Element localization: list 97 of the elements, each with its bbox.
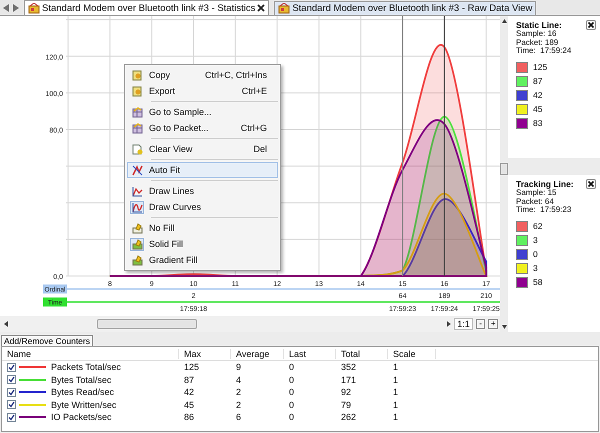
table-cell-text: 1 bbox=[392, 362, 400, 372]
value-label: 3 bbox=[533, 263, 538, 273]
table-cell-text: 0 bbox=[288, 400, 296, 410]
checkbox[interactable] bbox=[7, 400, 16, 410]
column-header[interactable]: Total bbox=[336, 348, 388, 358]
value-label: 45 bbox=[533, 104, 542, 114]
scrollbar-thumb[interactable] bbox=[97, 319, 197, 329]
table-cell-text: 2 bbox=[235, 387, 242, 398]
column-header[interactable]: Name bbox=[2, 348, 179, 358]
column-header[interactable]: Average bbox=[231, 348, 284, 358]
table-cell: IO Packets/sec bbox=[51, 412, 112, 422]
table-cell-text: 92 bbox=[340, 387, 352, 398]
scroll-right-icon[interactable] bbox=[12, 4, 19, 12]
table-cell-text: 2 bbox=[235, 400, 242, 410]
menu-item[interactable]: Go to Sample... bbox=[127, 104, 278, 120]
counters-tab[interactable]: Add/Remove Counters bbox=[1, 335, 93, 346]
document-icon bbox=[132, 70, 142, 80]
checkbox[interactable] bbox=[7, 412, 16, 422]
table-cell-text: 262 bbox=[340, 412, 358, 422]
table-cell: Bytes Read/sec bbox=[51, 387, 114, 398]
value-label: 62 bbox=[533, 221, 542, 231]
scroll-up-icon[interactable] bbox=[502, 19, 506, 23]
document-tab[interactable]: Standard Modem over Bluetooth link #3 - Statistics bbox=[24, 0, 270, 15]
checkbox[interactable] bbox=[7, 388, 16, 397]
table-cell: Bytes Total/sec bbox=[51, 374, 112, 385]
document-tab[interactable]: Standard Modem over Bluetooth link #3 - Raw Data View bbox=[274, 1, 536, 15]
table-cell-text: 87 bbox=[183, 374, 196, 385]
value-label: 0 bbox=[533, 249, 538, 259]
table-cell-text: 6 bbox=[235, 412, 242, 422]
checkbox[interactable] bbox=[7, 362, 16, 372]
scroll-left-icon[interactable] bbox=[3, 4, 10, 12]
cursor-line[interactable] bbox=[444, 16, 445, 276]
menu-item[interactable]: Copy Ctrl+C, Ctrl+Ins bbox=[127, 67, 278, 83]
zoom-ratio: 1:1 bbox=[454, 318, 473, 330]
column-header[interactable]: Max bbox=[179, 348, 231, 358]
panel-title: Static Line: bbox=[516, 20, 562, 30]
table-cell-text: 171 bbox=[340, 374, 358, 385]
table-cell: Byte Written/sec bbox=[51, 400, 116, 410]
value-label: 58 bbox=[533, 277, 542, 287]
line-graph-icon bbox=[132, 186, 142, 196]
value-label: 87 bbox=[533, 76, 542, 86]
value-label: 125 bbox=[533, 62, 548, 72]
value-label: 42 bbox=[533, 90, 542, 100]
table-cell-text: 9 bbox=[235, 362, 242, 372]
column-header[interactable]: Last bbox=[284, 348, 336, 358]
table-cell-text: 42 bbox=[183, 387, 196, 398]
menu-item[interactable]: Solid Fill bbox=[127, 236, 278, 252]
table-cell-text: 1 bbox=[392, 374, 400, 385]
column-header[interactable]: Scale bbox=[388, 348, 436, 358]
zoom-button[interactable]: + bbox=[488, 319, 498, 329]
time-label: Time: 17:59:24 bbox=[516, 47, 572, 56]
cursor-line[interactable] bbox=[402, 16, 404, 276]
vertical-scrollbar[interactable] bbox=[500, 16, 508, 332]
table-cell: Packets Total/sec bbox=[51, 362, 121, 372]
table-cell-text: 86 bbox=[183, 412, 196, 422]
packet-label: Packet: 64 bbox=[516, 198, 555, 206]
value-label: 83 bbox=[533, 118, 542, 128]
zoom-button[interactable]: - bbox=[476, 319, 486, 329]
table-cell-text: 0 bbox=[288, 374, 296, 385]
scroll-down-icon[interactable] bbox=[502, 325, 506, 329]
panel-title: Tracking Line: bbox=[516, 179, 574, 189]
packet-label: Packet: 189 bbox=[516, 38, 560, 47]
checkbox[interactable] bbox=[7, 375, 16, 384]
table-cell-text: 352 bbox=[340, 362, 358, 372]
close-icon[interactable] bbox=[257, 4, 266, 12]
sample-label: Sample: 15 bbox=[516, 189, 558, 198]
menu-item[interactable]: Auto Fit bbox=[127, 162, 278, 178]
scroll-left-icon[interactable] bbox=[4, 321, 9, 327]
close-icon[interactable] bbox=[586, 20, 596, 30]
menu-item[interactable]: Go to Packet... Ctrl+G bbox=[127, 120, 278, 136]
menu-item[interactable]: Clear View Del bbox=[127, 141, 278, 157]
table-cell-text: 0 bbox=[288, 412, 296, 422]
table-cell-text: 1 bbox=[392, 412, 400, 422]
menu-item[interactable]: Draw Lines bbox=[127, 183, 278, 199]
table-cell-text: 0 bbox=[288, 387, 296, 398]
table-cell-text: 45 bbox=[183, 400, 196, 410]
table-cell-text: 1 bbox=[392, 400, 400, 410]
table-cell-text: 0 bbox=[288, 362, 296, 372]
curve-graph-icon bbox=[132, 202, 142, 212]
grid-icon bbox=[132, 122, 142, 134]
page-icon bbox=[132, 144, 142, 154]
scroll-right-icon[interactable] bbox=[446, 321, 452, 327]
menu-item[interactable]: Draw Curves bbox=[127, 199, 278, 215]
menu-item[interactable]: No Fill bbox=[127, 220, 278, 236]
menu-item[interactable]: Gradient Fill bbox=[127, 252, 278, 268]
sample-label: Sample: 16 bbox=[516, 30, 558, 38]
scrollbar-thumb[interactable] bbox=[500, 163, 508, 175]
document-icon bbox=[132, 86, 142, 96]
grid-icon bbox=[132, 106, 142, 118]
value-label: 3 bbox=[533, 235, 538, 245]
table-cell-text: 125 bbox=[183, 362, 200, 372]
time-label: Time: 17:59:23 bbox=[516, 206, 572, 214]
table-cell-text: 4 bbox=[235, 374, 242, 385]
menu-item[interactable]: Export Ctrl+E bbox=[127, 83, 278, 99]
close-icon[interactable] bbox=[586, 179, 596, 189]
table-cell-text: 79 bbox=[340, 400, 352, 410]
table-cell-text: 1 bbox=[392, 387, 400, 398]
